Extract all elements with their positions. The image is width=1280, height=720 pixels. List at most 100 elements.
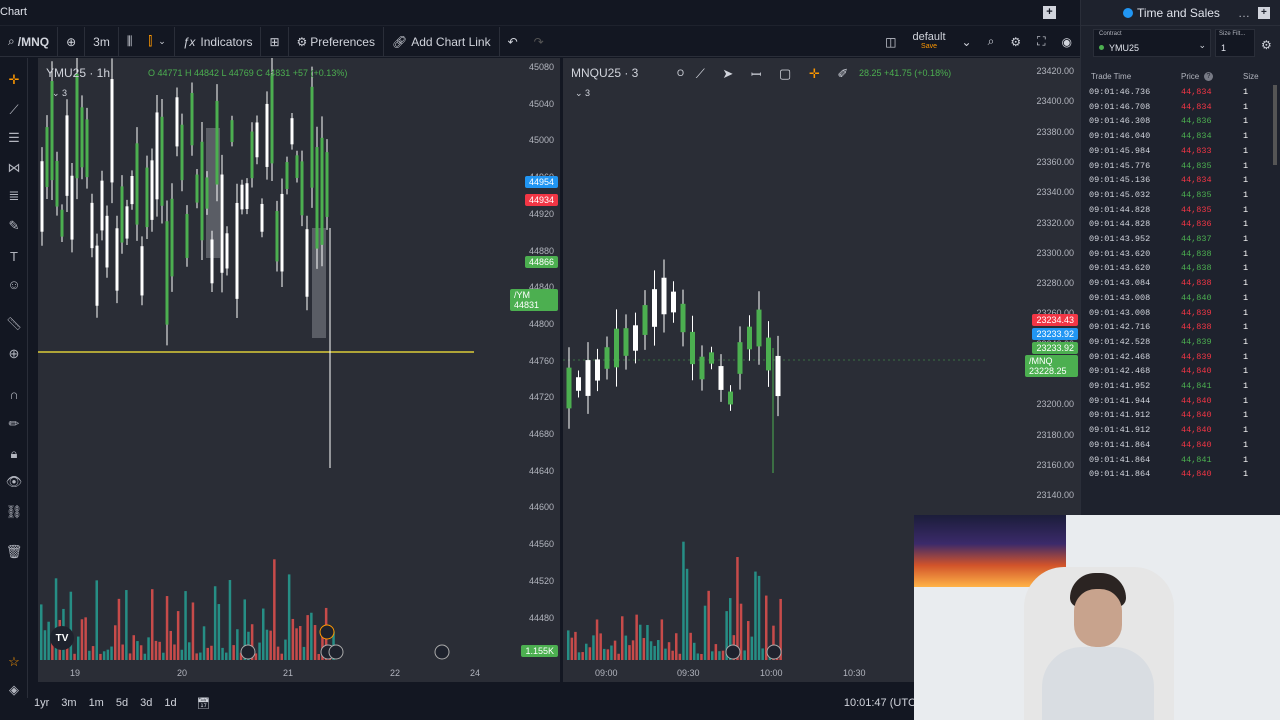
fib-icon[interactable]: ≣ — [4, 186, 24, 206]
column-trade-time[interactable]: Trade Time — [1091, 72, 1131, 81]
scrollbar[interactable] — [1273, 85, 1277, 165]
brush-tool-icon[interactable]: ✐ — [837, 66, 848, 82]
calendar-icon[interactable]: 📅︎ — [197, 697, 211, 710]
trade-row[interactable]: 09:01:43.620 44,838 1 — [1081, 261, 1273, 276]
link-icon[interactable]: ⛓ — [4, 502, 24, 522]
add-chart-link-button[interactable]: 🔗︎ Add Chart Link — [384, 26, 500, 57]
left-pane-indicator-count[interactable]: ⌄ 3 — [52, 88, 67, 99]
range-button-1d[interactable]: 1d — [158, 697, 182, 709]
pattern-icon[interactable]: ⋈ — [4, 158, 24, 178]
add-symbol-button[interactable]: ⊕ — [58, 26, 86, 57]
trade-row[interactable]: 09:01:46.708 44,834 1 — [1081, 100, 1273, 115]
trade-row[interactable]: 09:01:45.776 44,835 1 — [1081, 159, 1273, 174]
size-filter-input[interactable]: Size Filt... 1 — [1215, 29, 1255, 57]
trade-row[interactable]: 09:01:42.528 44,839 1 — [1081, 335, 1273, 350]
fullscreen-button[interactable]: ⛶ — [1029, 27, 1053, 57]
add-panel-icon[interactable]: + — [1257, 6, 1270, 19]
star-icon[interactable]: ☆ — [4, 652, 24, 672]
trade-row[interactable]: 09:01:41.912 44,840 1 — [1081, 408, 1273, 423]
left-time-axis[interactable]: 19 20 21 22 24 — [38, 664, 510, 682]
range-button-3m[interactable]: 3m — [55, 697, 82, 709]
left-chart-pane[interactable]: YMU25 · 1h O 44771 H 44842 L 44769 C 448… — [38, 58, 510, 682]
trade-row[interactable]: 09:01:41.864 44,840 1 — [1081, 438, 1273, 453]
trade-row[interactable]: 09:01:41.952 44,841 1 — [1081, 379, 1273, 394]
clock-display[interactable]: 10:01:47 (UTC — [844, 697, 916, 709]
layout-toggle-button[interactable]: ◫ — [877, 27, 904, 57]
trade-row[interactable]: 09:01:44.828 44,836 1 — [1081, 217, 1273, 232]
trade-size: 1 — [1243, 395, 1249, 406]
cursor-icon[interactable]: ➤ — [722, 66, 733, 82]
candle-body — [270, 75, 274, 164]
column-price[interactable]: Price — [1181, 72, 1199, 81]
lock-drawing-icon[interactable]: ✏ — [4, 414, 24, 434]
magnet-icon[interactable]: ∩ — [4, 384, 24, 404]
column-size[interactable]: Size — [1243, 72, 1259, 81]
interval-button[interactable]: 3m — [85, 26, 119, 57]
undo-button[interactable]: ↶ — [500, 27, 526, 57]
layers-icon[interactable]: ◈ — [4, 680, 24, 700]
trade-row[interactable]: 09:01:43.008 44,839 1 — [1081, 306, 1273, 321]
quick-search-button[interactable]: ⌕ — [980, 27, 1003, 57]
trade-row[interactable]: 09:01:41.912 44,840 1 — [1081, 423, 1273, 438]
ruler-icon[interactable]: 📏︎ — [4, 314, 24, 334]
layout-selector[interactable]: default Save — [905, 27, 954, 57]
right-pane-indicator-count[interactable]: ⌄ 3 — [575, 88, 590, 99]
crosshair-icon[interactable]: ✛ — [4, 70, 24, 90]
trade-row[interactable]: 09:01:43.620 44,838 1 — [1081, 247, 1273, 262]
trade-row[interactable]: 09:01:43.952 44,837 1 — [1081, 232, 1273, 247]
trade-row[interactable]: 09:01:46.736 44,834 1 — [1081, 85, 1273, 100]
bar-type-button[interactable]: ⫼ — [119, 27, 141, 57]
range-button-1yr[interactable]: 1yr — [28, 697, 55, 709]
brush-icon[interactable]: ✎ — [4, 216, 24, 236]
preferences-button[interactable]: ⚙ Preferences — [289, 26, 384, 57]
redo-button[interactable]: ↷ — [526, 27, 552, 57]
new-tab-icon[interactable]: + — [1043, 6, 1056, 19]
trade-row[interactable]: 09:01:42.716 44,838 1 — [1081, 320, 1273, 335]
right-pane-symbol[interactable]: MNQU25 · 3 — [571, 66, 638, 80]
trendline-icon[interactable]: ⟋ — [4, 100, 24, 120]
trade-row[interactable]: 09:01:41.944 44,840 1 — [1081, 394, 1273, 409]
right-time-tick: 10:30 — [843, 668, 866, 678]
trash-icon[interactable]: 🗑︎ — [4, 542, 24, 562]
trade-row[interactable]: 09:01:42.468 44,840 1 — [1081, 364, 1273, 379]
gear-icon[interactable]: ⚙ — [1261, 38, 1272, 52]
templates-button[interactable]: ⊞ — [261, 26, 289, 57]
trade-row[interactable]: 09:01:45.984 44,833 1 — [1081, 144, 1273, 159]
trade-row[interactable]: 09:01:42.468 44,839 1 — [1081, 350, 1273, 365]
layout-dropdown[interactable]: ⌄ — [954, 27, 980, 57]
trade-row[interactable]: 09:01:45.136 44,834 1 — [1081, 173, 1273, 188]
zoom-icon[interactable]: ⊕ — [4, 344, 24, 364]
left-price-axis[interactable]: 4508045040450004496044920448804484044800… — [510, 58, 560, 682]
trade-row[interactable]: 09:01:41.864 44,840 1 — [1081, 467, 1273, 482]
range-button-3d[interactable]: 3d — [134, 697, 158, 709]
trade-row[interactable]: 09:01:46.040 44,834 1 — [1081, 129, 1273, 144]
candle-type-button[interactable]: ⫿ ⌄ — [140, 26, 175, 57]
snapshot-button[interactable]: ◉ — [1054, 27, 1080, 57]
trade-row[interactable]: 09:01:43.008 44,840 1 — [1081, 291, 1273, 306]
lock-icon[interactable]: 🔒︎ — [4, 444, 24, 464]
left-chart-canvas[interactable] — [38, 58, 510, 682]
settings-button[interactable]: ⚙ — [1002, 27, 1029, 57]
volume-bar — [639, 624, 642, 660]
symbol-search[interactable]: ⌕ /MNQ — [0, 26, 59, 57]
indicators-button[interactable]: ƒx Indicators — [175, 26, 262, 57]
horizontal-lines-icon[interactable]: ☰ — [4, 128, 24, 148]
trade-row[interactable]: 09:01:44.828 44,835 1 — [1081, 203, 1273, 218]
eye-icon[interactable]: 👁︎ — [4, 472, 24, 492]
trade-row[interactable]: 09:01:46.308 44,836 1 — [1081, 114, 1273, 129]
rectangle-tool-icon[interactable]: ▢ — [779, 66, 791, 82]
left-pane-symbol[interactable]: YMU25 · 1h — [46, 66, 110, 80]
emoji-icon[interactable]: ☺ — [4, 274, 24, 294]
trade-row[interactable]: 09:01:45.032 44,835 1 — [1081, 188, 1273, 203]
crosshair-tool-icon[interactable]: ✛ — [809, 66, 820, 82]
contract-selector[interactable]: Contract YMU25 ⌄ — [1093, 29, 1211, 57]
more-icon[interactable]: … — [1238, 6, 1250, 20]
line-tool-icon[interactable]: ⟋ — [696, 66, 705, 82]
range-button-5d[interactable]: 5d — [110, 697, 134, 709]
trade-row[interactable]: 09:01:41.864 44,841 1 — [1081, 453, 1273, 468]
text-icon[interactable]: T — [4, 246, 24, 266]
time-and-sales-columns: Trade Time Price ? Size — [1081, 72, 1280, 86]
trade-row[interactable]: 09:01:43.084 44,838 1 — [1081, 276, 1273, 291]
text-tool-icon[interactable]: ꟷ — [751, 65, 762, 83]
range-button-1m[interactable]: 1m — [83, 697, 110, 709]
